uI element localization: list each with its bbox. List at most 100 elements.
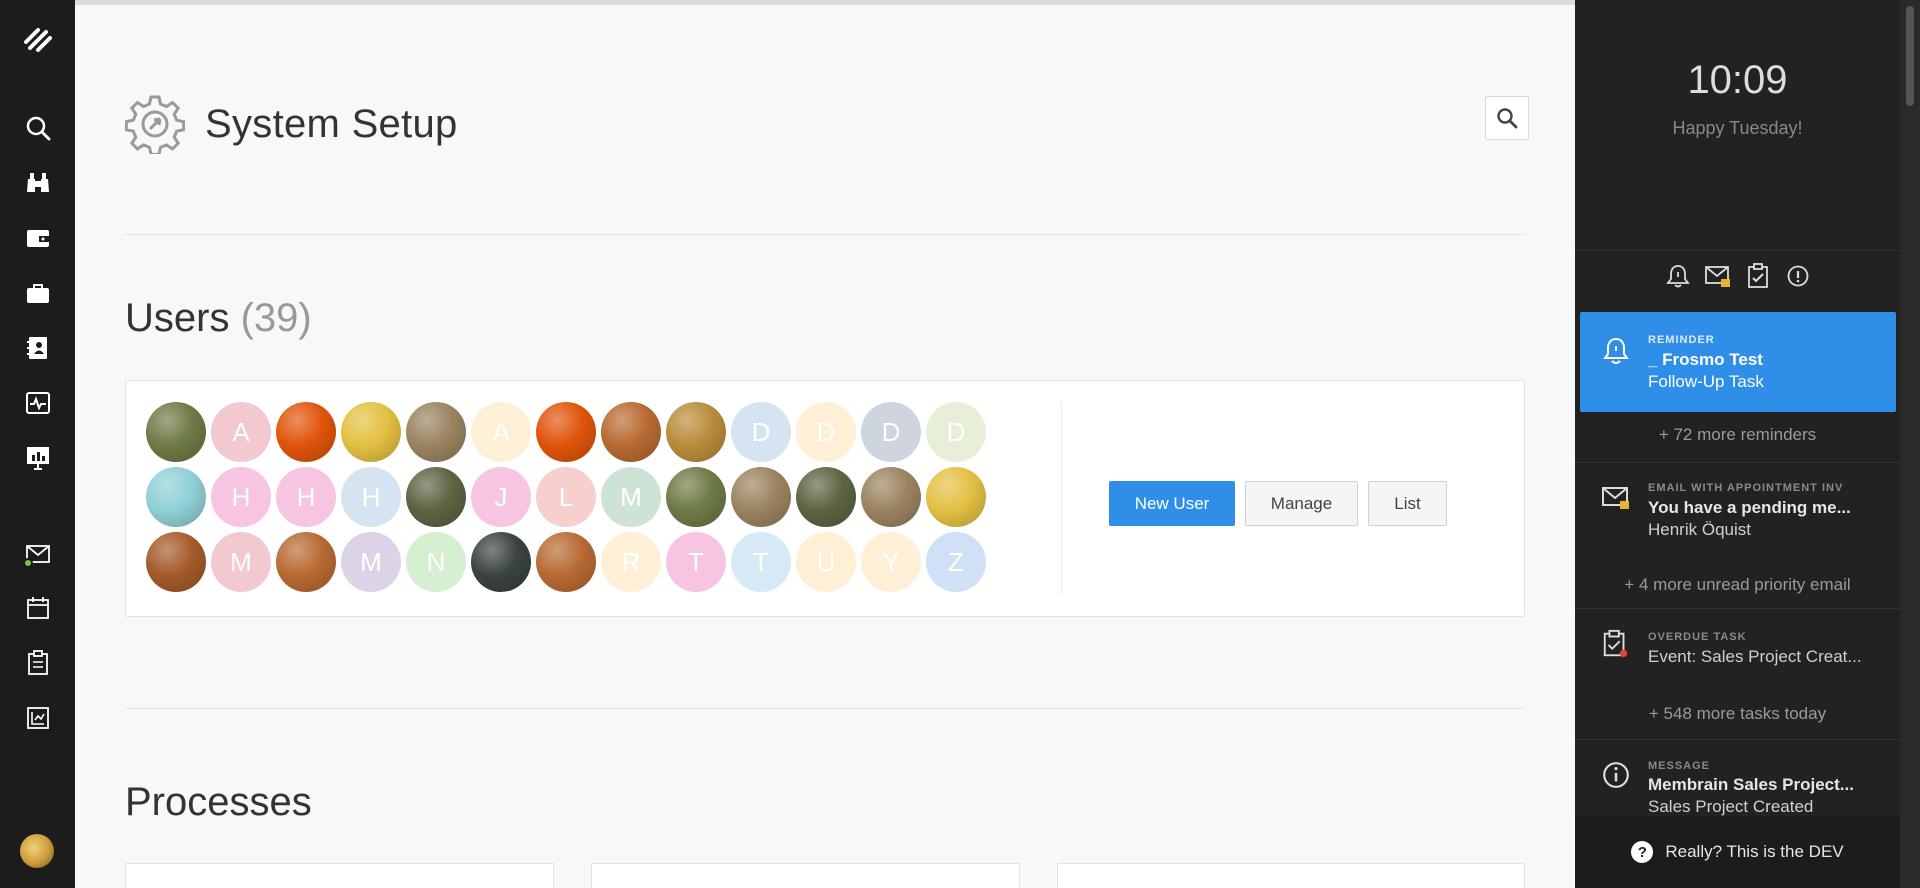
binoculars-icon[interactable] <box>0 161 75 205</box>
list-users-button[interactable]: List <box>1368 481 1447 526</box>
process-card[interactable] <box>125 863 554 888</box>
page-search-button[interactable] <box>1485 96 1529 140</box>
users-heading: Users (39) <box>125 296 312 341</box>
task-filter-icon[interactable] <box>1744 262 1772 290</box>
avatar-row: HHHJLM <box>146 467 991 527</box>
user-avatar[interactable]: H <box>276 467 336 527</box>
user-avatar[interactable]: H <box>341 467 401 527</box>
user-avatar[interactable] <box>861 467 921 527</box>
bell-icon <box>1603 337 1629 364</box>
clipboard-icon[interactable] <box>0 641 75 685</box>
logo-icon[interactable] <box>0 18 75 62</box>
notification-subtitle: Henrik Öquist <box>1648 520 1751 539</box>
more-reminders-link[interactable]: + 72 more reminders <box>1575 425 1900 445</box>
user-avatar[interactable] <box>276 532 336 592</box>
right-panel: 10:09 Happy Tuesday! Reminder _ Frosmo T… <box>1575 0 1920 888</box>
notification-title: You have a pending me... <box>1648 498 1851 517</box>
process-card[interactable] <box>1057 863 1525 888</box>
user-avatar[interactable]: D <box>796 402 856 462</box>
main-content: System Setup Users (39) AADDDDHHHJLMMMNR… <box>75 0 1575 888</box>
briefcase-icon[interactable] <box>0 271 75 315</box>
user-actions: New User Manage List <box>1109 481 1447 526</box>
process-card[interactable] <box>591 863 1020 888</box>
user-avatar[interactable]: H <box>211 467 271 527</box>
wallet-icon[interactable] <box>0 216 75 260</box>
user-avatar[interactable] <box>146 467 206 527</box>
panel-scrollbar-thumb[interactable] <box>1906 6 1914 106</box>
notification-type: Overdue task <box>1648 631 1747 643</box>
notification-title: Membrain Sales Project... <box>1648 775 1854 794</box>
user-avatar[interactable] <box>536 532 596 592</box>
contacts-icon[interactable] <box>0 326 75 370</box>
user-avatar[interactable] <box>601 402 661 462</box>
notification-message[interactable]: Message Membrain Sales Project... Sales … <box>1575 740 1900 816</box>
report-icon[interactable] <box>0 696 75 740</box>
notification-title: _ Frosmo Test <box>1648 350 1763 369</box>
notification-subtitle: Follow-Up Task <box>1648 372 1764 391</box>
info-filter-icon[interactable] <box>1784 262 1812 290</box>
greeting: Happy Tuesday! <box>1672 118 1803 138</box>
more-tasks-link[interactable]: + 548 more tasks today <box>1575 704 1900 724</box>
mail-lock-filter-icon[interactable] <box>1704 262 1732 290</box>
more-emails-link[interactable]: + 4 more unread priority email <box>1575 575 1900 595</box>
panel-scrollbar[interactable] <box>1900 0 1920 888</box>
user-avatar[interactable] <box>276 402 336 462</box>
user-avatar[interactable]: U <box>796 532 856 592</box>
notification-subtitle: Event: Sales Project Creat... <box>1648 647 1862 666</box>
user-avatar[interactable] <box>406 402 466 462</box>
mail-icon[interactable] <box>0 532 75 576</box>
user-avatar[interactable] <box>471 532 531 592</box>
help-icon: ? <box>1631 841 1654 863</box>
section-divider <box>125 708 1525 709</box>
user-avatar[interactable]: J <box>471 467 531 527</box>
user-avatar[interactable]: Z <box>926 532 986 592</box>
user-avatar[interactable] <box>796 467 856 527</box>
panel-divider <box>1575 250 1900 251</box>
left-navigation <box>0 0 75 888</box>
user-avatar[interactable] <box>666 467 726 527</box>
notification-type: Email with appointment inv <box>1648 482 1844 494</box>
user-avatar[interactable] <box>146 532 206 592</box>
user-avatar[interactable]: D <box>731 402 791 462</box>
user-avatar[interactable]: D <box>926 402 986 462</box>
user-avatar[interactable]: Y <box>861 532 921 592</box>
notification-email[interactable]: Email with appointment inv You have a pe… <box>1575 463 1900 563</box>
info-icon <box>1603 762 1629 788</box>
avatar-row: MMNRTTUYZ <box>146 532 991 592</box>
user-avatar[interactable]: A <box>471 402 531 462</box>
page-header: System Setup <box>125 92 458 156</box>
user-avatar[interactable]: T <box>666 532 726 592</box>
activity-icon[interactable] <box>0 381 75 425</box>
user-avatar[interactable]: M <box>211 532 271 592</box>
notification-subtitle: Sales Project Created <box>1648 797 1814 816</box>
presentation-chart-icon[interactable] <box>0 436 75 480</box>
user-avatar[interactable]: L <box>536 467 596 527</box>
user-avatar[interactable] <box>406 467 466 527</box>
user-avatar[interactable]: T <box>731 532 791 592</box>
user-avatar[interactable] <box>341 402 401 462</box>
user-avatar[interactable] <box>536 402 596 462</box>
user-avatar[interactable]: A <box>211 402 271 462</box>
page-title: System Setup <box>205 101 458 146</box>
user-avatar[interactable] <box>731 467 791 527</box>
dev-footer[interactable]: ? Really? This is the DEV <box>1575 816 1900 888</box>
user-avatar[interactable]: D <box>861 402 921 462</box>
notification-type: Message <box>1648 760 1711 772</box>
current-user-avatar[interactable] <box>20 834 54 868</box>
user-avatar[interactable] <box>926 467 986 527</box>
top-loading-bar <box>75 0 1575 5</box>
user-avatar[interactable]: R <box>601 532 661 592</box>
user-avatar[interactable]: M <box>341 532 401 592</box>
search-icon[interactable] <box>0 106 75 150</box>
user-avatar[interactable]: N <box>406 532 466 592</box>
notification-overdue-task[interactable]: Overdue task Event: Sales Project Creat.… <box>1575 609 1900 689</box>
users-heading-label: Users <box>125 296 230 340</box>
notification-reminder[interactable]: Reminder _ Frosmo Test Follow-Up Task <box>1580 312 1896 412</box>
user-avatar[interactable] <box>666 402 726 462</box>
user-avatar[interactable] <box>146 402 206 462</box>
bell-filter-icon[interactable] <box>1664 262 1692 290</box>
new-user-button[interactable]: New User <box>1109 481 1235 526</box>
manage-users-button[interactable]: Manage <box>1245 481 1358 526</box>
user-avatar[interactable]: M <box>601 467 661 527</box>
calendar-icon[interactable] <box>0 586 75 630</box>
